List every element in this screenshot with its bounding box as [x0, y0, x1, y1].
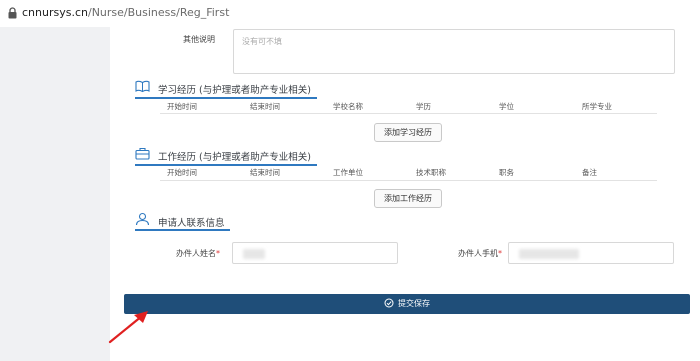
study-col-start: 开始时间 — [167, 102, 197, 111]
add-study-button[interactable]: 添加学习经历 — [374, 123, 442, 142]
name-input-redacted — [243, 249, 265, 259]
url-path: /Nurse/Business/Reg_First — [87, 6, 230, 19]
annotation-arrow-icon — [108, 311, 148, 344]
lock-icon — [8, 7, 17, 19]
phone-label-text: 办件人手机 — [458, 249, 498, 258]
name-required-mark: * — [216, 249, 220, 258]
study-col-education: 学历 — [416, 102, 431, 111]
check-circle-icon — [384, 298, 394, 307]
submit-label: 提交保存 — [398, 299, 430, 308]
work-col-title: 技术职称 — [416, 168, 446, 177]
study-section-accent — [135, 97, 317, 99]
add-work-button[interactable]: 添加工作经历 — [374, 189, 442, 208]
phone-required-mark: * — [498, 249, 502, 258]
study-col-end: 结束时间 — [250, 102, 280, 111]
study-col-major: 所学专业 — [582, 102, 612, 111]
study-col-school: 学校名称 — [333, 102, 363, 111]
work-col-position: 职务 — [499, 168, 514, 177]
phone-input[interactable] — [508, 242, 674, 264]
address-bar[interactable]: cnnursys.cn/Nurse/Business/Reg_First — [0, 0, 700, 27]
work-col-notes: 备注 — [582, 168, 597, 177]
name-input[interactable] — [232, 242, 398, 264]
contact-section-title: 申请人联系信息 — [158, 218, 225, 229]
work-section-accent — [135, 164, 317, 166]
name-label: 办件人姓名* — [150, 248, 220, 259]
work-col-start: 开始时间 — [167, 168, 197, 177]
study-section-title: 学习经历 (与护理或者助产专业相关) — [158, 85, 311, 96]
book-icon — [135, 80, 150, 93]
phone-input-redacted — [519, 249, 579, 259]
name-label-text: 办件人姓名 — [176, 249, 216, 258]
other-notes-label: 其他说明 — [183, 35, 215, 44]
work-col-employer: 工作单位 — [333, 168, 363, 177]
submit-save-button[interactable]: 提交保存 — [124, 294, 690, 314]
briefcase-icon — [135, 147, 150, 160]
work-table-divider — [160, 180, 657, 181]
work-section-title: 工作经历 (与护理或者助产专业相关) — [158, 152, 311, 163]
url-text[interactable]: cnnursys.cn/Nurse/Business/Reg_First — [22, 6, 229, 19]
work-col-end: 结束时间 — [250, 168, 280, 177]
phone-label: 办件人手机* — [432, 248, 502, 259]
contact-section-accent — [135, 229, 230, 231]
other-notes-textarea[interactable]: 没有可不填 — [233, 29, 675, 74]
user-icon — [135, 212, 150, 226]
url-domain: cnnursys.cn — [22, 6, 88, 19]
study-table-divider — [160, 113, 657, 114]
study-col-degree: 学位 — [499, 102, 514, 111]
